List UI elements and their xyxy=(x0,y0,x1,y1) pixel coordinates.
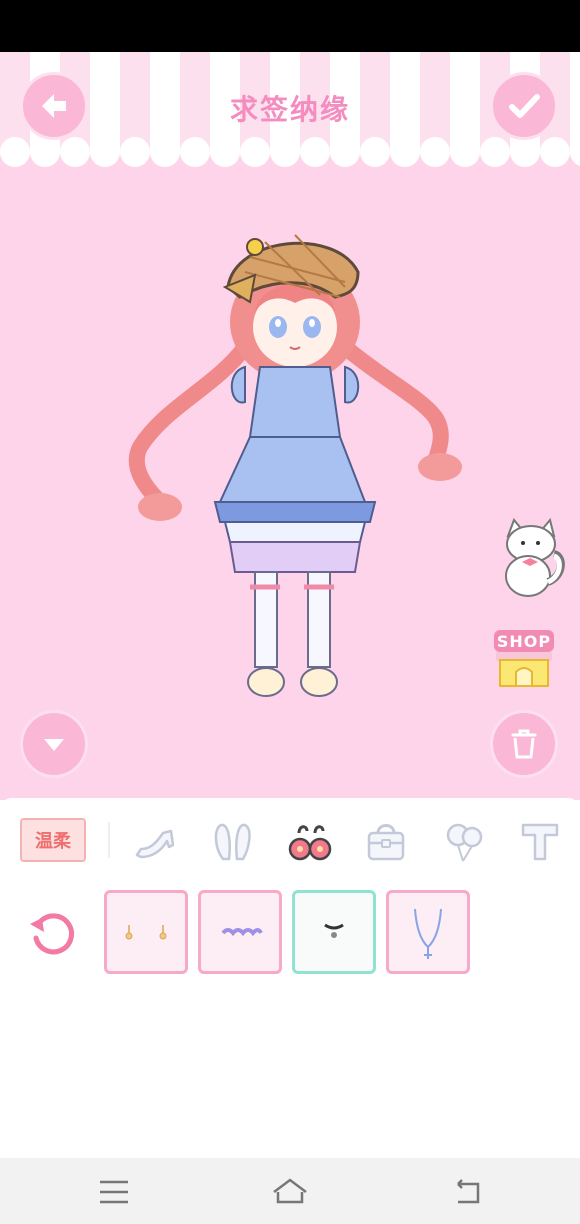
confirm-button[interactable] xyxy=(490,72,558,140)
trash-icon xyxy=(511,729,537,759)
character-avatar[interactable] xyxy=(120,217,470,707)
shop-label: SHOP xyxy=(496,632,552,651)
bag-icon xyxy=(367,824,405,861)
item-card[interactable] xyxy=(386,890,470,974)
shop-button[interactable]: SHOP xyxy=(492,626,556,690)
style-tag[interactable]: 温柔 xyxy=(20,818,86,862)
balloon-icon xyxy=(446,823,483,862)
earring-icon xyxy=(288,825,332,861)
triangle-down-icon xyxy=(44,739,64,751)
back-button[interactable] xyxy=(20,72,88,140)
status-bar xyxy=(0,0,580,52)
back-nav-icon[interactable] xyxy=(448,1172,488,1212)
tab-headwear[interactable] xyxy=(206,816,258,868)
headband-item-icon xyxy=(221,928,263,937)
dressup-stage: 求签纳缘 SHOP xyxy=(0,52,580,800)
necklace-item-icon xyxy=(414,908,442,959)
item-card[interactable] xyxy=(198,890,282,974)
check-icon xyxy=(509,94,540,118)
system-nav-bar xyxy=(0,1158,580,1224)
reset-button[interactable] xyxy=(24,904,80,960)
item-card-selected[interactable] xyxy=(292,890,376,974)
tab-text[interactable] xyxy=(514,816,566,868)
shoe-icon xyxy=(135,829,175,859)
tab-shoes[interactable] xyxy=(130,816,182,868)
tab-divider xyxy=(108,822,110,858)
earrings-item-icon xyxy=(125,925,167,940)
delete-button[interactable] xyxy=(490,710,558,778)
home-icon[interactable] xyxy=(270,1172,310,1212)
item-card[interactable] xyxy=(104,890,188,974)
bunny-ears-icon xyxy=(214,823,251,861)
cat-icon[interactable] xyxy=(494,516,566,600)
menu-icon[interactable] xyxy=(94,1172,134,1212)
refresh-icon xyxy=(30,913,74,955)
tab-bags[interactable] xyxy=(360,816,412,868)
item-list xyxy=(0,886,580,976)
text-icon xyxy=(521,823,559,861)
tab-accessories[interactable] xyxy=(284,816,336,868)
arrow-left-icon xyxy=(42,94,66,118)
choker-item-icon xyxy=(324,923,344,938)
category-tabs: 温柔 xyxy=(0,798,580,882)
tab-handheld[interactable] xyxy=(438,816,490,868)
wardrobe-panel: 温柔 xyxy=(0,798,580,1158)
collapse-button[interactable] xyxy=(20,710,88,778)
